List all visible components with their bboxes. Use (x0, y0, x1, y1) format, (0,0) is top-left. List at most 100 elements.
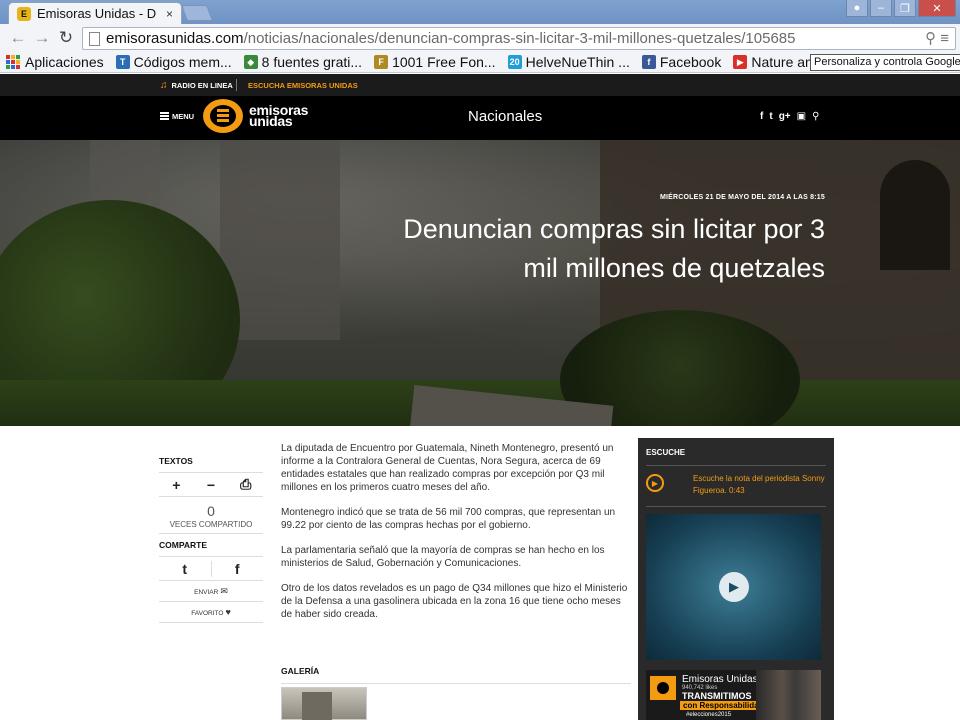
promo-banner[interactable]: Emisoras Unidas 940,742 likes TRANSMITIM… (646, 670, 821, 720)
browser-toolbar: ← → ↻ emisorasunidas.com/noticias/nacion… (0, 24, 960, 52)
user-icon[interactable]: ● (846, 0, 868, 17)
forward-arrow-icon[interactable]: → (30, 28, 54, 48)
article-paragraph: La diputada de Encuentro por Guatemala, … (281, 443, 614, 493)
strip-divider (236, 79, 237, 91)
twitter-icon[interactable]: t (769, 111, 772, 122)
article-paragraph: Otro de los datos revelados es un pago d… (281, 583, 628, 620)
favorite-button[interactable]: FAVORITO ♥ (159, 602, 263, 623)
share-buttons: t f (159, 557, 263, 581)
heart-icon: ♥ (225, 607, 231, 617)
banner-transmit: TRANSMITIMOS (682, 691, 752, 701)
browser-tab-bar: E Emisoras Unidas - D × ● – ❐ ✕ (0, 0, 960, 24)
reload-icon[interactable]: ↻ (54, 28, 78, 48)
menu-tooltip: Personaliza y controla Google (810, 54, 960, 71)
article-title: Denuncian compras sin licitar por 3 mil … (403, 214, 825, 283)
window-controls: ● – ❐ ✕ (846, 0, 956, 17)
search-icon[interactable]: ⚲ ≡ (925, 29, 949, 47)
audio-play-icon[interactable]: ▶ (646, 474, 664, 492)
bookmark-1001-fonts[interactable]: F 1001 Free Fon... (374, 54, 496, 70)
site-logo[interactable]: emisoras unidas (203, 99, 308, 133)
gallery-heading: GALERÍA (281, 666, 631, 684)
radio-online-label: RADIO EN LINEA (171, 81, 233, 90)
address-bar[interactable]: emisorasunidas.com/noticias/nacionales/d… (82, 27, 956, 50)
bookmark-label: 8 fuentes grati... (261, 54, 363, 70)
bookmark-codigos[interactable]: T Códigos mem... (115, 54, 232, 70)
bookmark-20-icon: 20 (507, 55, 522, 69)
radio-online-link[interactable]: ♫ RADIO EN LINEA (160, 80, 233, 91)
video-play-icon[interactable]: ▶ (719, 572, 749, 602)
facebook-share-button[interactable]: f (210, 560, 264, 577)
share-count: 0 (207, 503, 215, 519)
menu-button[interactable]: MENU (160, 111, 194, 121)
bookmark-helvenue[interactable]: 20 HelveNueThin ... (507, 54, 630, 70)
site-top-strip: ♫ RADIO EN LINEA ESCUCHA EMISORAS UNIDAS (0, 74, 960, 96)
close-window-button[interactable]: ✕ (918, 0, 956, 17)
article-body: La diputada de Encuentro por Guatemala, … (281, 442, 631, 633)
bookmark-apps[interactable]: Aplicaciones (6, 54, 104, 70)
print-icon[interactable]: ⎙ (228, 476, 263, 493)
site-main-nav: MENU emisoras unidas Nacionales f t g+ ▣… (0, 96, 960, 140)
textos-heading: TEXTOS (159, 456, 263, 473)
bookmark-font-icon: F (374, 55, 389, 69)
minimize-button[interactable]: – (870, 0, 892, 17)
bookmark-label: Códigos mem... (133, 54, 232, 70)
section-title: Nacionales (468, 108, 543, 125)
bookmark-label: 1001 Free Fon... (392, 54, 496, 70)
tab-title: Emisoras Unidas - D (37, 6, 157, 21)
browser-tab[interactable]: E Emisoras Unidas - D × (8, 2, 182, 24)
hero-image: MINISTERIO DEGOBERNACION MIÉRCOLES 21 DE… (0, 140, 960, 426)
article-paragraph: La parlamentaria señaló que la mayoría d… (281, 545, 605, 569)
social-links: f t g+ ▣ ⚲ (760, 111, 819, 122)
article-tools: TEXTOS + − ⎙ 0 VECES COMPARTIDO COMPARTE… (159, 456, 263, 623)
share-count-label: VECES COMPARTIDO (159, 520, 263, 534)
back-arrow-icon[interactable]: ← (6, 28, 30, 48)
bookmark-fuentes[interactable]: ◆ 8 fuentes grati... (243, 54, 363, 70)
bookmark-nature[interactable]: ▶ Nature and (733, 54, 821, 70)
audio-note-text[interactable]: Escuche la nota del periodista Sonny Fig… (693, 473, 828, 497)
google-plus-icon[interactable]: g+ (779, 111, 791, 122)
music-note-icon: ♫ (160, 80, 168, 91)
gallery-thumbnail[interactable] (281, 687, 367, 720)
send-label: ENVIAR (194, 589, 219, 596)
maximize-button[interactable]: ❐ (894, 0, 916, 17)
page-icon (89, 31, 100, 46)
close-tab-icon[interactable]: × (166, 7, 173, 21)
url-host: emisorasunidas.com (106, 30, 244, 47)
apps-grid-icon (6, 55, 20, 69)
video-player[interactable]: ▶ (646, 514, 821, 660)
bookmark-t-icon: T (115, 55, 130, 69)
site-favicon-icon: E (17, 6, 31, 21)
send-email-button[interactable]: ENVIAR ✉ (159, 581, 263, 602)
logo-mark-icon (203, 99, 243, 133)
banner-name: Emisoras Unidas (682, 674, 758, 685)
bookmark-label: HelveNueThin ... (525, 54, 630, 70)
text-size-controls: + − ⎙ (159, 473, 263, 497)
facebook-icon: f (641, 55, 656, 69)
menu-label: MENU (172, 111, 195, 121)
increase-text-button[interactable]: + (159, 477, 194, 493)
url-path: /noticias/nacionales/denuncian-compras-s… (243, 30, 796, 47)
twitter-share-button[interactable]: t (159, 561, 211, 577)
search-icon[interactable]: ⚲ (812, 111, 819, 122)
banner-hashtag: #elecciones2015 (686, 712, 732, 718)
logo-text: emisoras unidas (249, 102, 309, 129)
article-content: TEXTOS + − ⎙ 0 VECES COMPARTIDO COMPARTE… (0, 426, 960, 720)
facebook-icon[interactable]: f (760, 111, 763, 122)
decrease-text-button[interactable]: − (194, 477, 229, 493)
banner-people-image (756, 670, 821, 720)
bookmark-label: Aplicaciones (25, 54, 104, 70)
listen-heading: ESCUCHE (646, 448, 686, 457)
youtube-icon: ▶ (733, 55, 748, 69)
youtube-icon[interactable]: ▣ (797, 111, 806, 122)
banner-responsibility: con Responsabilidad (680, 701, 767, 710)
article-date: MIÉRCOLES 21 DE MAYO DEL 2014 A LAS 8:15 (659, 194, 825, 201)
banner-logo-icon (650, 676, 676, 700)
favorite-label: FAVORITO (191, 610, 224, 617)
new-tab-button[interactable] (181, 5, 213, 21)
envelope-icon: ✉ (220, 586, 228, 596)
article-paragraph: Montenegro indicó que se trata de 56 mil… (281, 507, 616, 531)
listen-panel: ESCUCHE ▶ Escuche la nota del periodista… (638, 438, 834, 720)
bookmark-label: Facebook (659, 54, 722, 70)
bookmark-facebook[interactable]: f Facebook (641, 54, 722, 70)
listen-emisoras-link[interactable]: ESCUCHA EMISORAS UNIDAS (248, 81, 358, 90)
